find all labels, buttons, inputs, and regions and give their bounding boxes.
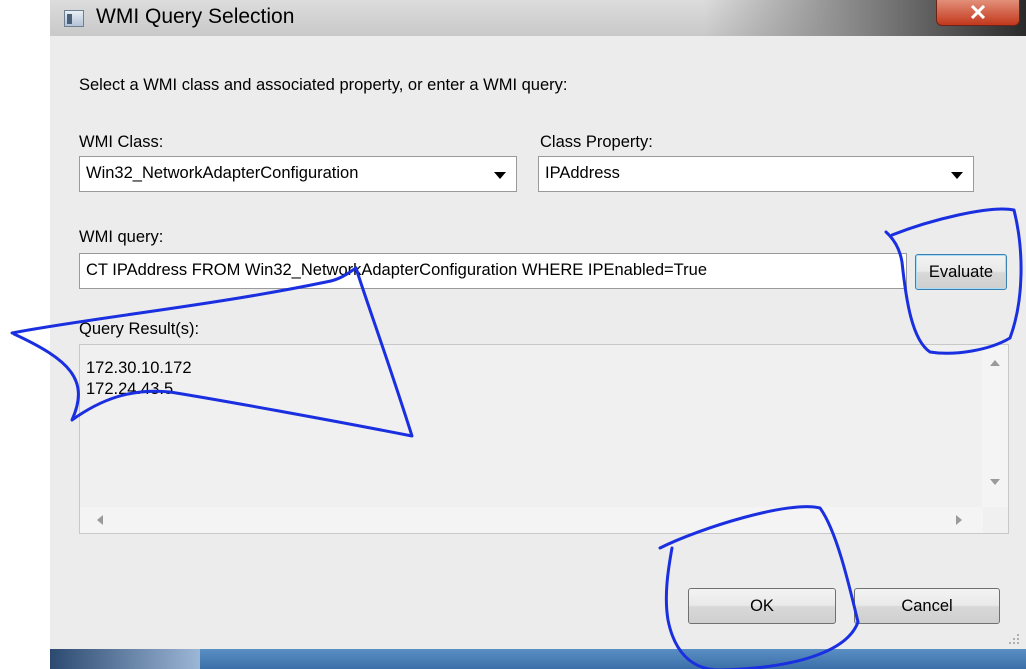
- close-icon: [970, 5, 986, 19]
- list-item: 172.24.43.5: [86, 380, 174, 398]
- horizontal-scrollbar[interactable]: [80, 507, 983, 533]
- query-results-label: Query Result(s):: [79, 320, 200, 338]
- dialog-body: Select a WMI class and associated proper…: [50, 36, 1026, 649]
- chevron-down-icon: [494, 172, 506, 179]
- cancel-button[interactable]: Cancel: [854, 588, 1000, 624]
- taskbar-strip: [50, 649, 1026, 669]
- wmi-query-label: WMI query:: [79, 228, 164, 246]
- scroll-down-icon[interactable]: [990, 479, 1000, 486]
- wmi-query-input[interactable]: CT IPAddress FROM Win32_NetworkAdapterCo…: [79, 253, 907, 289]
- list-item: 172.30.10.172: [86, 359, 192, 377]
- resize-grip-icon[interactable]: [1005, 630, 1021, 646]
- window-title: WMI Query Selection: [96, 5, 295, 28]
- close-button[interactable]: [936, 0, 1020, 26]
- wmi-class-dropdown[interactable]: Win32_NetworkAdapterConfiguration: [79, 156, 517, 192]
- evaluate-button[interactable]: Evaluate: [915, 254, 1007, 290]
- wmi-query-value: CT IPAddress FROM Win32_NetworkAdapterCo…: [86, 261, 707, 279]
- instruction-text: Select a WMI class and associated proper…: [79, 76, 568, 94]
- class-property-label: Class Property:: [540, 133, 653, 151]
- wmi-class-label: WMI Class:: [79, 133, 164, 151]
- taskbar-highlight: [50, 649, 200, 669]
- vertical-scrollbar[interactable]: [982, 345, 1008, 507]
- wmi-class-value: Win32_NetworkAdapterConfiguration: [86, 164, 359, 182]
- chevron-down-icon: [951, 172, 963, 179]
- class-property-value: IPAddress: [545, 164, 620, 182]
- app-window-icon: [64, 10, 84, 27]
- class-property-dropdown[interactable]: IPAddress: [538, 156, 974, 192]
- scroll-right-icon[interactable]: [956, 515, 963, 525]
- scroll-left-icon[interactable]: [96, 515, 103, 525]
- scroll-up-icon[interactable]: [990, 359, 1000, 366]
- query-results-list[interactable]: 172.30.10.172 172.24.43.5: [79, 344, 1009, 534]
- ok-button[interactable]: OK: [688, 588, 836, 624]
